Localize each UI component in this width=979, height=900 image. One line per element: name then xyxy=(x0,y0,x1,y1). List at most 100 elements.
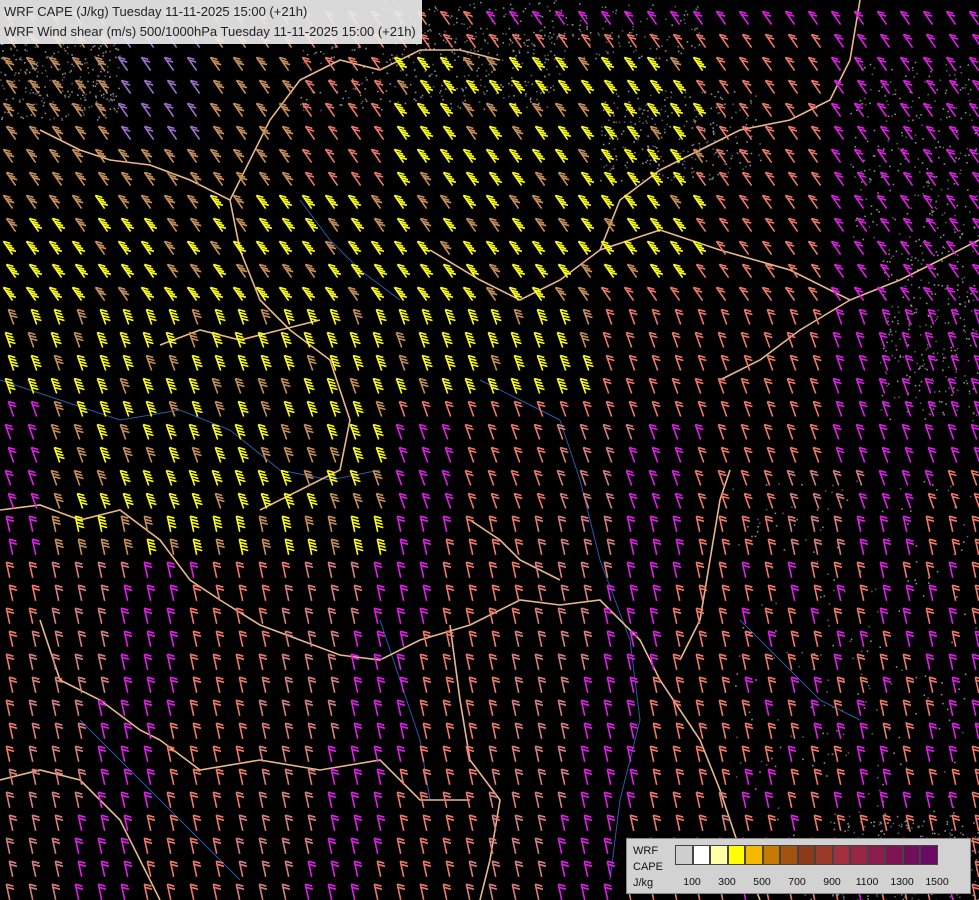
wind-barb xyxy=(396,125,411,141)
wind-barb xyxy=(301,194,316,210)
speckle-dot xyxy=(888,383,890,385)
wind-barb xyxy=(807,194,819,210)
wind-barb xyxy=(764,607,774,624)
wind-barb xyxy=(284,768,294,785)
speckle-dot xyxy=(649,47,652,50)
speckle-dot xyxy=(880,176,883,178)
wind-barb xyxy=(215,768,225,785)
speckle-dot xyxy=(695,8,698,11)
wind-barb xyxy=(603,33,615,49)
speckle-dot xyxy=(969,88,972,91)
speckle-dot xyxy=(968,99,971,102)
wind-barb xyxy=(856,561,866,578)
wind-barb xyxy=(810,561,820,578)
speckle-dot xyxy=(457,105,459,108)
wind-barb xyxy=(583,860,593,877)
wind-barb xyxy=(855,423,865,440)
speckle-dot xyxy=(69,94,71,96)
speckle-dot xyxy=(434,5,436,8)
wind-barb xyxy=(947,331,957,348)
wind-barb xyxy=(580,791,590,808)
wind-barb xyxy=(211,377,222,394)
speckle-dot xyxy=(959,832,962,834)
speckle-dot xyxy=(894,89,897,92)
speckle-dot xyxy=(549,10,551,12)
wind-barb xyxy=(790,768,800,785)
wind-barb xyxy=(353,860,363,877)
river xyxy=(299,199,401,301)
speckle-dot xyxy=(442,98,444,101)
wind-barb xyxy=(695,561,705,578)
speckle-dot xyxy=(638,109,641,111)
wind-barb xyxy=(398,492,408,509)
speckle-dot xyxy=(457,55,460,58)
speckle-dot xyxy=(878,789,881,792)
wind-barb xyxy=(396,515,406,532)
speckle-dot xyxy=(547,58,549,61)
wind-barb xyxy=(7,492,17,509)
speckle-dot xyxy=(958,303,961,305)
wind-barb xyxy=(304,515,314,532)
wind-barb xyxy=(651,446,661,463)
wind-barb xyxy=(905,630,915,647)
wind-barb xyxy=(971,883,979,900)
speckle-dot xyxy=(943,413,945,416)
speckle-dot xyxy=(932,352,935,355)
wind-barb xyxy=(76,492,88,509)
speckle-dot xyxy=(930,326,933,328)
wind-barb xyxy=(487,423,497,440)
speckle-dot xyxy=(859,99,862,102)
speckle-dot xyxy=(725,163,728,165)
wind-barb xyxy=(557,653,567,670)
speckle-dot xyxy=(628,31,631,34)
speckle-dot xyxy=(694,27,696,30)
wind-barb xyxy=(376,768,386,785)
speckle-dot xyxy=(486,28,488,30)
wind-barb xyxy=(419,79,434,95)
speckle-dot xyxy=(905,75,907,77)
wind-barb xyxy=(330,722,340,739)
wind-barb xyxy=(491,630,501,647)
speckle-dot xyxy=(824,490,827,492)
wind-barb xyxy=(579,423,589,440)
wind-barb xyxy=(350,561,360,578)
speckle-dot xyxy=(891,149,893,151)
wind-barb xyxy=(123,538,133,555)
speckle-dot xyxy=(876,709,878,711)
speckle-dot xyxy=(647,110,649,112)
speckle-dot xyxy=(380,98,382,101)
speckle-dot xyxy=(953,150,956,152)
speckle-dot xyxy=(923,226,925,228)
speckle-dot xyxy=(899,97,901,100)
speckle-dot xyxy=(918,286,920,289)
wind-barb xyxy=(260,492,272,509)
wind-barb xyxy=(54,860,64,877)
speckle-dot xyxy=(975,147,978,150)
wind-barb xyxy=(560,814,570,831)
wind-barb xyxy=(166,561,176,578)
speckle-dot xyxy=(847,752,850,754)
speckle-dot xyxy=(956,893,958,896)
speckle-dot xyxy=(748,711,751,714)
wind-barb xyxy=(922,240,934,256)
wind-barb xyxy=(76,400,88,417)
wind-barb xyxy=(281,171,294,187)
speckle-dot xyxy=(955,78,957,80)
speckle-dot xyxy=(117,107,119,110)
speckle-dot xyxy=(530,101,532,103)
country-border xyxy=(39,619,161,741)
speckle-dot xyxy=(962,833,964,836)
speckle-dot xyxy=(480,1,482,4)
speckle-dot xyxy=(955,131,958,134)
wind-barb xyxy=(5,653,15,670)
speckle-dot xyxy=(960,169,962,172)
speckle-dot xyxy=(331,47,333,50)
wind-barb xyxy=(511,79,526,95)
wind-barb xyxy=(117,194,130,210)
wind-barb xyxy=(628,446,638,463)
speckle-dot xyxy=(430,30,433,32)
wind-barb xyxy=(189,217,202,233)
wind-barb xyxy=(373,837,383,854)
speckle-dot xyxy=(90,48,93,51)
speckle-dot xyxy=(793,834,795,837)
